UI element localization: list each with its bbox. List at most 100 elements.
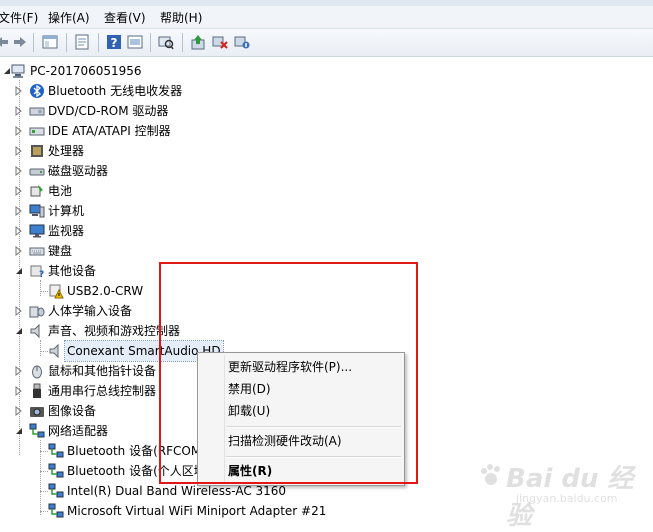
view-icon[interactable] [127,34,143,50]
menu-update-driver[interactable]: 更新驱动程序软件(P)... [228,356,352,378]
expand-arrow-icon[interactable] [14,201,24,221]
context-menu: 更新驱动程序软件(P)... 禁用(D) 卸载(U) 扫描检测硬件改动(A) 属… [197,352,405,486]
mouse-icon [29,363,45,379]
tree-item-label: 键盘 [48,244,73,258]
paw-icon [481,464,500,485]
tree-item-processor[interactable]: 处理器 [0,141,300,161]
tree-item-disk[interactable]: 磁盘驱动器 [0,161,300,181]
tree-item-hid[interactable]: 人体学输入设备 [0,301,300,321]
tree-item-monitor[interactable]: 监视器 [0,221,300,241]
tree-item-other-devices[interactable]: ? 其他设备 [0,261,300,281]
back-arrow-icon[interactable] [0,34,10,50]
dvd-drive-icon [29,103,45,119]
network-icon [48,483,64,499]
collapse-arrow-icon[interactable] [14,421,24,441]
menu-scan-hardware[interactable]: 扫描检测硬件改动(A) [228,430,342,452]
network-icon [48,503,64,519]
expand-arrow-icon[interactable] [14,121,24,141]
tree-item-label: 声音、视频和游戏控制器 [48,324,181,338]
tree-item-dvd[interactable]: DVD/CD-ROM 驱动器 [0,101,300,121]
baidu-watermark: Bai du 经验 jingyan.baidu.com [478,456,648,531]
expand-arrow-icon[interactable] [14,381,24,401]
menu-uninstall[interactable]: 卸载(U) [228,400,270,422]
collapse-arrow-icon[interactable] [14,321,24,341]
tree-item-label: 其他设备 [48,264,97,278]
tree-root[interactable]: PC-201706051956 [0,61,300,81]
tree-item-label: DVD/CD-ROM 驱动器 [48,104,169,118]
tree-item-ide[interactable]: IDE ATA/ATAPI 控制器 [0,121,300,141]
menu-action[interactable]: 操作(A) [48,9,90,26]
menu-view[interactable]: 查看(V) [104,9,146,26]
processor-icon [29,143,45,159]
svg-text:?: ? [39,270,44,279]
monitor-icon [29,223,45,239]
console-tree-icon[interactable] [42,34,58,50]
tree-item-label: 磁盘驱动器 [48,164,109,178]
tree-item-bluetooth[interactable]: Bluetooth 无线电收发器 [0,81,300,101]
expand-arrow-icon[interactable] [14,161,24,181]
forward-arrow-icon[interactable] [12,34,28,50]
menu-disable[interactable]: 禁用(D) [228,378,271,400]
speaker-icon [48,343,64,359]
network-icon [48,443,64,459]
network-icon [29,423,45,439]
tree-item-keyboard[interactable]: 键盘 [0,241,300,261]
expand-arrow-icon[interactable] [14,401,24,421]
disk-drive-icon [29,163,45,179]
watermark-url: jingyan.baidu.com [516,492,618,505]
toolbar-separator [182,33,183,52]
expand-arrow-icon[interactable] [14,141,24,161]
tree-item-label: Bluetooth 设备(个人区域 [67,464,206,478]
menu-gutter [224,355,225,483]
properties-icon[interactable] [74,34,90,50]
battery-icon [29,183,45,199]
menu-properties[interactable]: 属性(R) [228,460,272,482]
computer-root-icon [10,63,26,79]
help-icon[interactable]: ? [106,34,122,50]
svg-text:?: ? [111,36,118,50]
scan-hardware-icon[interactable] [158,34,174,50]
menu-file[interactable]: 文件(F) [0,9,38,26]
toolbar-separator [66,33,67,52]
expand-arrow-icon[interactable] [14,241,24,261]
tree-item-label: 通用串行总线控制器 [48,384,157,398]
bluetooth-icon [29,83,45,99]
tree-root-label: PC-201706051956 [30,64,142,78]
tree-item-sound[interactable]: 声音、视频和游戏控制器 [0,321,300,341]
other-devices-icon: ? [29,263,45,280]
computer-icon [29,203,45,219]
toolbar-separator [33,33,34,52]
keyboard-icon [29,243,45,259]
warning-device-icon [48,283,64,299]
expand-arrow-icon[interactable] [14,301,24,321]
expand-arrow-icon[interactable] [14,181,24,201]
disable-icon[interactable] [234,34,250,50]
collapse-arrow-icon[interactable] [14,261,24,281]
uninstall-icon[interactable] [212,34,228,50]
update-driver-icon[interactable] [190,34,206,50]
tree-item-label: IDE ATA/ATAPI 控制器 [48,124,171,138]
tree-item-label: USB2.0-CRW [67,284,144,298]
expand-arrow-icon[interactable] [14,81,24,101]
menu-separator [226,426,401,428]
tree-item-label: 图像设备 [48,404,97,418]
tree-item-ms-virtual-wifi[interactable]: Microsoft Virtual WiFi Miniport Adapter … [0,501,400,521]
tree-item-label: Bluetooth 设备(RFCOMM [67,444,212,458]
tree-item-label: Microsoft Virtual WiFi Miniport Adapter … [67,504,327,518]
tree-item-battery[interactable]: 电池 [0,181,300,201]
tree-item-computer[interactable]: 计算机 [0,201,300,221]
menu-help[interactable]: 帮助(H) [160,9,202,26]
tree-item-usb-crw[interactable]: USB2.0-CRW [0,281,300,301]
expand-arrow-icon[interactable] [14,221,24,241]
menu-separator [226,456,401,458]
tree-item-label: 电池 [48,184,73,198]
tree-item-label: 监视器 [48,224,85,238]
toolbar-separator [150,33,151,52]
toolbar: ? [0,29,653,57]
network-icon [48,463,64,479]
tree-item-label: 人体学输入设备 [48,304,133,318]
tree-item-label: 网络适配器 [48,424,109,438]
hid-icon [29,303,45,319]
expand-arrow-icon[interactable] [14,101,24,121]
expand-arrow-icon[interactable] [14,361,24,381]
